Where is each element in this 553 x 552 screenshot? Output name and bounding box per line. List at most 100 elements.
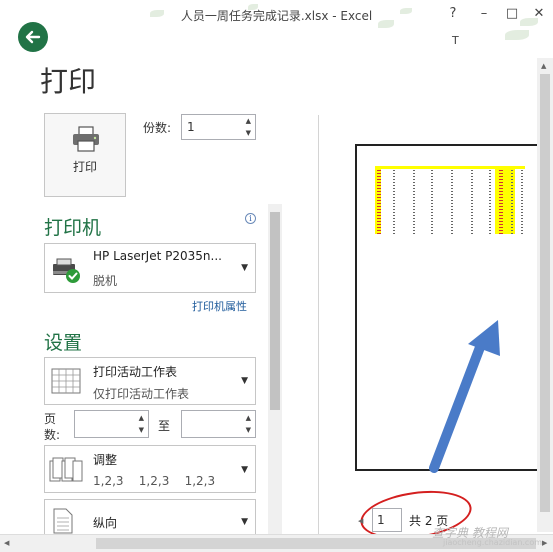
sheet-cell (377, 224, 381, 225)
sheet-cell (393, 233, 395, 234)
sheet-cell (511, 206, 513, 207)
sheet-cell (489, 230, 491, 231)
sheet-cell (393, 203, 395, 204)
sheet-cell (521, 230, 523, 231)
print-scope-subtitle: 仅打印活动工作表 (93, 387, 190, 401)
sheet-cell (511, 209, 513, 210)
account-initial[interactable]: T (452, 34, 459, 47)
restore-button[interactable]: □ (503, 6, 521, 21)
pages-to-input[interactable]: ▲ ▼ (181, 410, 256, 438)
sheet-cell (413, 179, 415, 180)
sheet-cell (499, 209, 503, 210)
scroll-right-icon[interactable]: ▶ (542, 539, 547, 547)
printer-dropdown[interactable]: HP LaserJet P2035n... 脱机 ▼ (44, 243, 256, 293)
sheet-cell (377, 218, 381, 219)
sheet-cell (451, 218, 453, 219)
settings-scrollbar[interactable] (268, 204, 282, 534)
dropdown-arrow-icon: ▼ (241, 465, 248, 475)
preview-scrollbar[interactable]: ▲ (537, 58, 553, 532)
help-button[interactable]: ? (444, 6, 462, 21)
sheet-cell (521, 218, 523, 219)
sheet-cell (511, 227, 513, 228)
sheet-cell (521, 227, 523, 228)
sheet-cell (471, 203, 473, 204)
sheet-cell (431, 170, 433, 171)
orientation-title: 纵向 (93, 516, 118, 530)
sheet-cell (521, 191, 523, 192)
minimize-button[interactable]: – (475, 6, 493, 21)
sheet-cell (471, 191, 473, 192)
sheet-cell (451, 176, 453, 177)
sheet-cell (393, 170, 395, 171)
scroll-up-icon[interactable]: ▲ (541, 62, 546, 70)
sheet-cell (499, 224, 503, 225)
sheet-cell (499, 206, 503, 207)
scrollbar-thumb[interactable] (540, 74, 550, 512)
sheet-cell (413, 203, 415, 204)
collate-dropdown[interactable]: 调整 1,2,3 1,2,3 1,2,3 ▼ (44, 445, 256, 493)
copies-stepper[interactable]: 1 ▲ ▼ (181, 114, 256, 140)
sheet-cell (511, 176, 513, 177)
printer-icon (73, 126, 99, 152)
window-title: 人员一周任务完成记录.xlsx - Excel (180, 9, 373, 23)
info-icon[interactable]: i (245, 213, 256, 224)
orientation-dropdown[interactable]: 纵向 ▼ (44, 499, 256, 539)
sheet-cell (393, 191, 395, 192)
sheet-cell (393, 173, 395, 174)
sheet-cell (393, 185, 395, 186)
sheet-cell (377, 212, 381, 213)
current-page-input[interactable]: 1 (372, 508, 402, 532)
sheet-cell (521, 188, 523, 189)
sheet-cell (451, 191, 453, 192)
prev-page-icon[interactable]: ◀ (358, 517, 363, 525)
spin-down-icon[interactable]: ▼ (139, 426, 144, 434)
print-scope-dropdown[interactable]: 打印活动工作表 仅打印活动工作表 ▼ (44, 357, 256, 405)
sheet-cell (511, 170, 513, 171)
scroll-left-icon[interactable]: ◀ (4, 539, 9, 547)
copies-value: 1 (187, 120, 195, 134)
sheet-cell (393, 227, 395, 228)
scrollbar-thumb[interactable] (270, 212, 280, 410)
sheet-cell (521, 185, 523, 186)
sheet-cell (499, 176, 503, 177)
spin-down-icon[interactable]: ▼ (246, 129, 251, 137)
watermark-url: jiaocheng.chazidian.com (443, 538, 543, 547)
sheet-cell (413, 233, 415, 234)
sheet-cell (413, 185, 415, 186)
sheet-cell (489, 233, 491, 234)
sheet-cell (431, 200, 433, 201)
sheet-cell (393, 206, 395, 207)
sheet-cell (489, 179, 491, 180)
printer-properties-link[interactable]: 打印机属性 (192, 298, 247, 314)
sheet-cell (377, 197, 381, 198)
sheet-cell (413, 224, 415, 225)
spin-up-icon[interactable]: ▲ (246, 117, 251, 125)
spin-up-icon[interactable]: ▲ (246, 414, 251, 422)
back-button[interactable] (18, 22, 48, 52)
sheet-cell (471, 209, 473, 210)
sheet-cell (431, 233, 433, 234)
pages-from-input[interactable]: ▲ ▼ (74, 410, 149, 438)
sheet-cell (499, 212, 503, 213)
sheet-cell (499, 221, 503, 222)
sheet-cell (521, 224, 523, 225)
sheet-cell (413, 188, 415, 189)
close-button[interactable]: ✕ (530, 6, 548, 21)
sheet-cell (511, 185, 513, 186)
sheet-cell (511, 182, 513, 183)
sheet-cell (489, 215, 491, 216)
sheet-cell (471, 215, 473, 216)
sheet-cell (521, 194, 523, 195)
sheet-cell (521, 173, 523, 174)
print-button[interactable]: 打印 (44, 113, 126, 197)
sheet-cell (489, 188, 491, 189)
print-button-label: 打印 (72, 160, 97, 174)
spin-up-icon[interactable]: ▲ (139, 414, 144, 422)
sheet-cell (393, 218, 395, 219)
sheet-cell (489, 209, 491, 210)
dropdown-arrow-icon: ▼ (241, 376, 248, 386)
sheet-cell (393, 197, 395, 198)
spin-down-icon[interactable]: ▼ (246, 426, 251, 434)
sheet-cell (489, 212, 491, 213)
sheet-cell (499, 188, 503, 189)
